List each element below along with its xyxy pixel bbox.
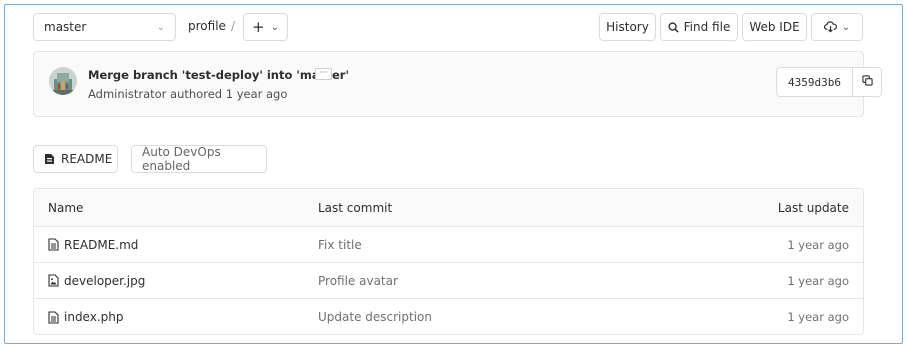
file-image-icon — [48, 274, 59, 287]
chevron-down-icon: ⌄ — [156, 21, 165, 33]
cloud-download-icon — [823, 21, 837, 33]
readme-label: README — [61, 152, 113, 166]
add-dropdown-button[interactable]: + ⌄ — [243, 13, 288, 41]
plus-icon: + — [252, 18, 265, 36]
branch-selector[interactable]: master ⌄ — [33, 13, 176, 41]
commit-message-link[interactable]: Profile avatar — [318, 274, 398, 288]
readme-button[interactable]: README — [33, 145, 118, 173]
table-row[interactable]: README.md Fix title 1 year ago — [34, 227, 863, 263]
commit-author: Administrator authored 1 year ago — [88, 87, 288, 101]
toggle-description-button[interactable]: ··· — [315, 68, 332, 80]
column-name: Name — [48, 200, 84, 215]
clone-dropdown-button[interactable]: ⌄ — [811, 13, 863, 41]
copy-sha-button[interactable] — [853, 68, 881, 96]
commit-sha[interactable]: 4359d3b6 — [777, 68, 853, 96]
file-cell: developer.jpg — [48, 274, 145, 288]
file-name-link[interactable]: developer.jpg — [64, 274, 145, 288]
table-row[interactable]: developer.jpg Profile avatar 1 year ago — [34, 263, 863, 299]
file-tree-table: Name Last commit Last update README.md F… — [33, 188, 864, 335]
branch-name: master — [44, 20, 87, 34]
search-icon — [668, 21, 679, 33]
breadcrumb-separator: / — [231, 19, 236, 33]
avatar[interactable] — [49, 67, 77, 95]
breadcrumb-project[interactable]: profile — [188, 19, 226, 33]
file-text-icon — [48, 310, 59, 324]
last-update-time: 1 year ago — [787, 273, 849, 288]
history-button[interactable]: History — [599, 13, 656, 41]
last-update-time: 1 year ago — [787, 237, 849, 252]
chevron-down-icon: ⌄ — [841, 21, 851, 33]
table-header: Name Last commit Last update — [34, 189, 863, 227]
file-cell: README.md — [48, 238, 138, 252]
doc-icon — [44, 153, 55, 165]
auto-devops-label: Auto DevOps enabled — [142, 145, 221, 173]
chevron-down-icon: ⌄ — [270, 21, 279, 33]
last-commit-panel: Merge branch 'test-deploy' into 'master'… — [33, 51, 882, 117]
file-text-icon — [48, 238, 59, 251]
table-row[interactable]: index.php Update description 1 year ago — [34, 299, 863, 334]
column-last-update: Last update — [777, 200, 849, 215]
last-update-time: 1 year ago — [787, 310, 849, 324]
find-file-button[interactable]: Find file — [660, 13, 738, 41]
web-ide-button[interactable]: Web IDE — [742, 13, 807, 41]
find-file-label: Find file — [683, 20, 731, 34]
commit-message-link[interactable]: Fix title — [318, 238, 362, 252]
column-last-commit: Last commit — [318, 200, 393, 215]
commit-message-link[interactable]: Update description — [318, 310, 432, 324]
history-button-label: History — [606, 20, 649, 34]
file-name-link[interactable]: README.md — [64, 238, 138, 252]
commit-title[interactable]: Merge branch 'test-deploy' into 'master' — [88, 68, 349, 82]
file-name-link[interactable]: index.php — [64, 310, 123, 324]
commit-sha-group: 4359d3b6 — [776, 67, 882, 97]
file-cell: index.php — [48, 310, 123, 324]
auto-devops-button[interactable]: Auto DevOps enabled — [131, 145, 267, 173]
web-ide-label: Web IDE — [749, 20, 800, 34]
copy-icon — [861, 75, 873, 89]
